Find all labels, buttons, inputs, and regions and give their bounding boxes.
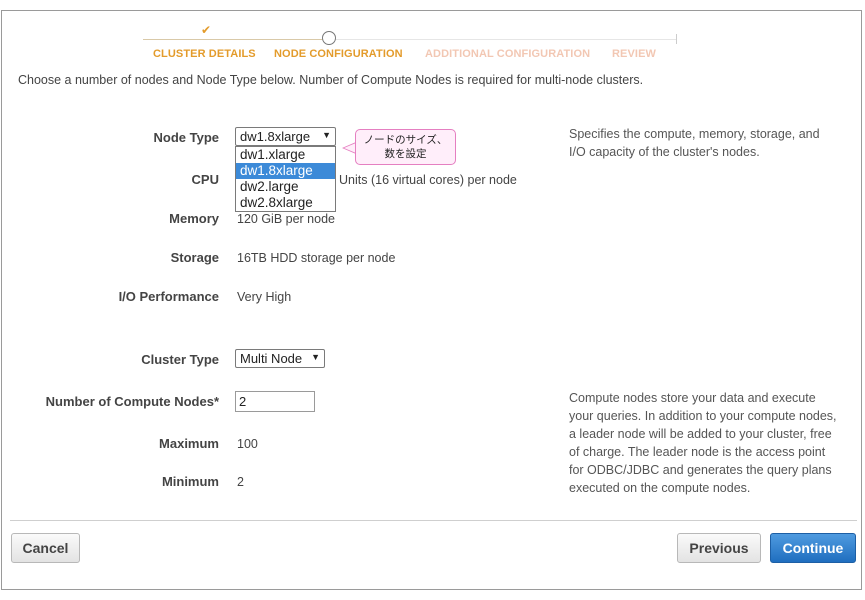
step-additional-configuration: ADDITIONAL CONFIGURATION [425,48,591,60]
annotation-line-2: 数を設定 [384,148,427,160]
minimum-value: 2 [237,475,244,489]
progress-line-remaining [336,39,676,40]
maximum-label: Maximum [159,436,219,451]
intro-text: Choose a number of nodes and Node Type b… [18,73,644,87]
progress-line-done [143,39,322,40]
help-line: Specifies the compute, memory, storage, … [569,127,820,141]
memory-value: 120 GiB per node [237,212,335,226]
node-type-dropdown: dw1.xlarge dw1.8xlarge dw2.large dw2.8xl… [235,146,336,212]
help-line: of charge. The leader node is the access… [569,445,826,459]
dropdown-arrow-icon: ▼ [311,352,320,362]
help-line: Compute nodes store your data and execut… [569,391,816,405]
help-line: I/O capacity of the cluster's nodes. [569,145,760,159]
cluster-type-select[interactable]: Multi Node ▼ [235,349,325,368]
maximum-value: 100 [237,437,258,451]
previous-button[interactable]: Previous [677,533,761,563]
io-performance-value: Very High [237,290,292,304]
annotation-line-1: ノードのサイズ、 [363,134,448,146]
cluster-type-label: Cluster Type [141,352,219,367]
memory-label: Memory [169,211,219,226]
cpu-label: CPU [191,172,219,187]
annotation-callout: ノードのサイズ、 数を設定 [355,129,456,165]
continue-button[interactable]: Continue [770,533,856,563]
cluster-type-selected-value: Multi Node [240,351,303,366]
help-line: your queries. In addition to your comput… [569,409,837,423]
io-performance-label: I/O Performance [118,289,219,304]
node-type-label: Node Type [153,130,220,145]
cancel-button[interactable]: Cancel [11,533,80,563]
step-node-configuration: NODE CONFIGURATION [274,48,403,60]
step-cluster-details[interactable]: CLUSTER DETAILS [153,48,256,60]
check-icon: ✔ [201,23,212,37]
help-line: executed on the compute nodes. [569,481,751,495]
storage-value: 16TB HDD storage per node [237,251,396,265]
node-type-option-selected[interactable]: dw1.8xlarge [236,163,335,179]
node-type-option[interactable]: dw2.8xlarge [236,195,335,211]
help-line: for ODBC/JDBC and generates the query pl… [569,463,832,477]
storage-label: Storage [170,250,219,265]
compute-nodes-label: Number of Compute Nodes* [45,394,219,409]
node-type-option[interactable]: dw2.large [236,179,335,195]
node-type-select[interactable]: dw1.8xlarge ▼ [235,127,336,146]
callout-pointer [342,142,356,154]
progress-end-tick [676,34,677,44]
minimum-label: Minimum [161,474,219,489]
node-type-option[interactable]: dw1.xlarge [236,147,335,163]
compute-nodes-help: Compute nodes store your data and execut… [569,389,837,497]
cpu-value: Units (16 virtual cores) per node [339,173,517,187]
node-type-help: Specifies the compute, memory, storage, … [569,125,820,161]
node-type-selected-value: dw1.8xlarge [240,129,311,144]
step-review: REVIEW [612,48,656,60]
dropdown-arrow-icon: ▼ [322,130,331,140]
compute-nodes-input[interactable] [235,391,315,412]
circle-icon [322,31,336,45]
footer-divider [10,520,857,521]
help-line: a leader node will be added to your clus… [569,427,832,441]
